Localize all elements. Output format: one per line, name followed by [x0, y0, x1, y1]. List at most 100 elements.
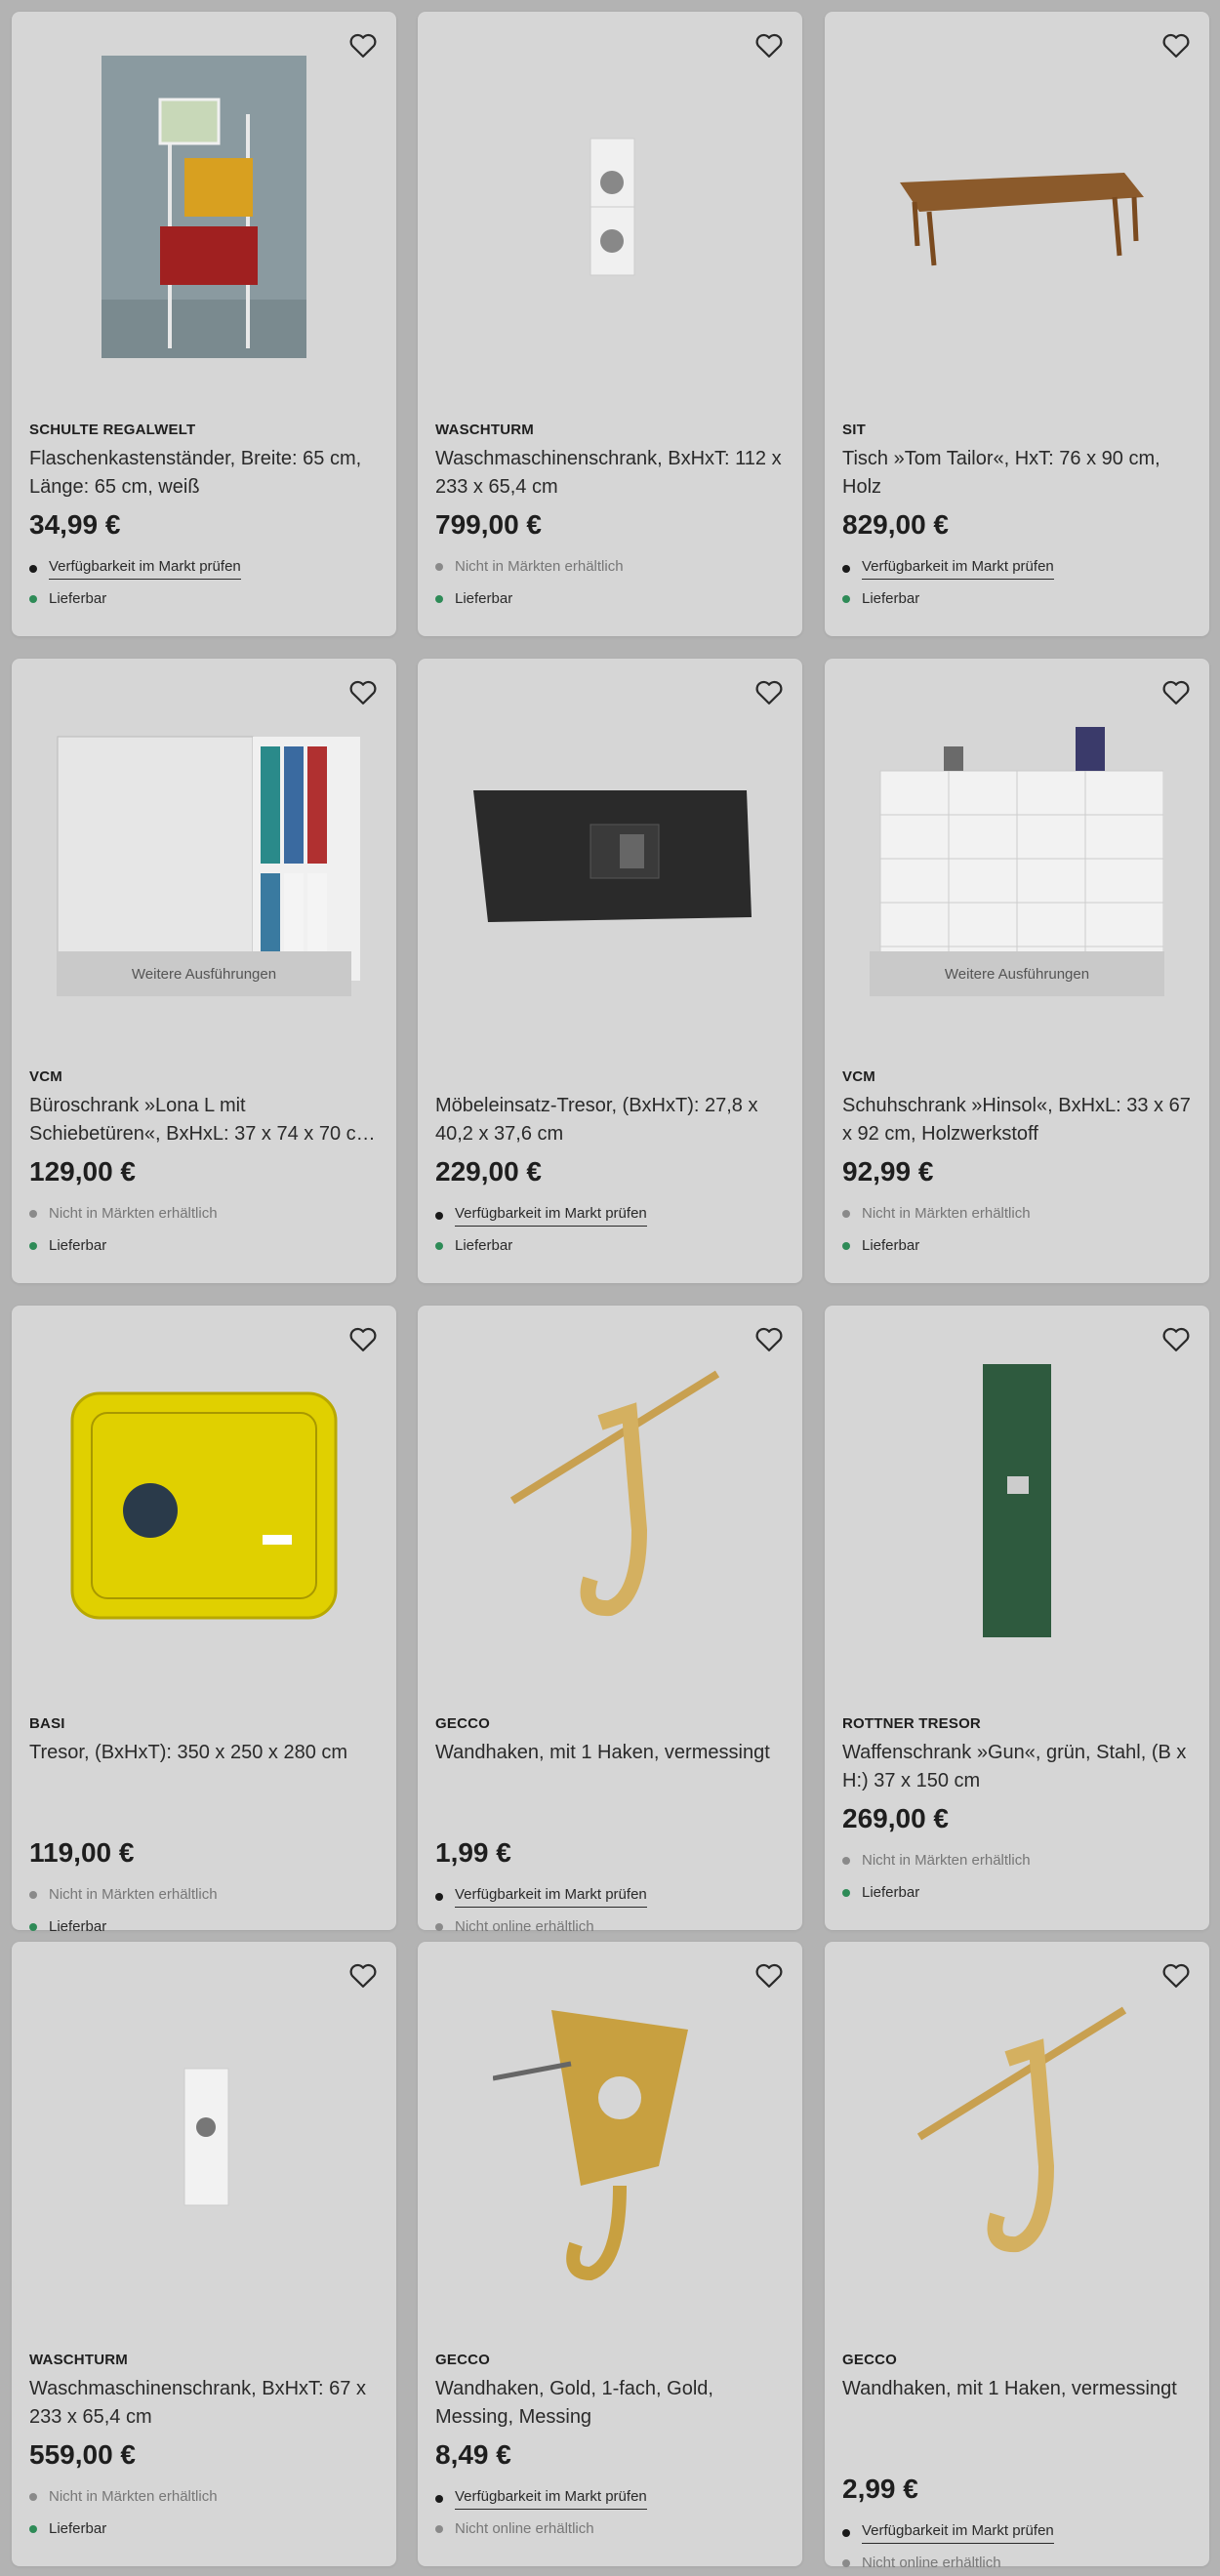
product-price: 229,00 €: [435, 1156, 542, 1187]
store-availability[interactable]: Verfügbarkeit im Markt prüfen: [435, 2488, 647, 2510]
store-availability-label[interactable]: Verfügbarkeit im Markt prüfen: [49, 558, 241, 580]
product-price: 2,99 €: [842, 2474, 918, 2504]
product-brand: GECCO: [842, 2352, 898, 2368]
safe-yellow-image[interactable]: [31, 1325, 377, 1676]
product-title[interactable]: Waschmaschinenschrank, BxHxT: 112 x 233 …: [435, 445, 785, 502]
product-title[interactable]: Schuhschrank »Hinsol«, BxHxL: 33 x 67 x …: [842, 1092, 1192, 1148]
product-card[interactable]: BASI Tresor, (BxHxT): 350 x 250 x 280 cm 1…: [12, 1306, 396, 1935]
store-availability[interactable]: Verfügbarkeit im Markt prüfen: [435, 1886, 647, 1908]
status-dot-icon: [29, 594, 37, 603]
product-card[interactable]: Weitere Ausführungen VCM Büroschrank »Lona…: [12, 659, 396, 1283]
store-availability: Nicht in Märkten erhältlich: [29, 2488, 218, 2505]
gold-hook-plate-image[interactable]: [437, 1961, 783, 2313]
washer-tower-small-image[interactable]: [31, 1961, 377, 2313]
store-availability-label: Nicht in Märkten erhältlich: [49, 1886, 218, 1903]
product-title[interactable]: Wandhaken, Gold, 1-fach, Gold, Messing, …: [435, 2375, 785, 2432]
product-card[interactable]: ROTTNER TRESOR Waffenschrank »Gun«, grün,…: [825, 1306, 1209, 1930]
online-availability-label: Lieferbar: [49, 590, 107, 607]
product-title[interactable]: Waschmaschinenschrank, BxHxT: 67 x 233 x…: [29, 2375, 379, 2432]
online-availability-label: Lieferbar: [862, 1237, 920, 1254]
online-availability-label: Nicht online erhältlich: [455, 2520, 594, 2537]
more-variants-label[interactable]: Weitere Ausführungen: [57, 951, 351, 996]
store-availability: Nicht in Märkten erhältlich: [842, 1205, 1031, 1222]
product-title[interactable]: Büroschrank »Lona L mit Schiebetüren«, B…: [29, 1092, 379, 1148]
product-brand: ROTTNER TRESOR: [842, 1715, 981, 1732]
store-availability-label[interactable]: Verfügbarkeit im Markt prüfen: [455, 2488, 647, 2510]
safe-black-image[interactable]: [437, 678, 783, 1029]
status-dot-icon: [435, 2524, 443, 2533]
product-price: 34,99 €: [29, 509, 121, 540]
product-brand: VCM: [29, 1068, 62, 1085]
more-variants-label[interactable]: Weitere Ausführungen: [870, 951, 1164, 996]
store-availability: Nicht in Märkten erhältlich: [29, 1886, 218, 1903]
online-availability: Lieferbar: [435, 590, 512, 607]
store-availability[interactable]: Verfügbarkeit im Markt prüfen: [842, 558, 1054, 580]
store-availability[interactable]: Verfügbarkeit im Markt prüfen: [29, 558, 241, 580]
wall-hook-image[interactable]: [844, 1961, 1190, 2313]
status-dot-icon: [29, 2492, 37, 2501]
online-availability-label: Nicht online erhältlich: [455, 1918, 594, 1935]
store-availability[interactable]: Verfügbarkeit im Markt prüfen: [842, 2522, 1054, 2544]
status-dot-icon: [29, 1922, 37, 1931]
store-availability[interactable]: Verfügbarkeit im Markt prüfen: [435, 1205, 647, 1227]
product-card[interactable]: Möbeleinsatz-Tresor, (BxHxT): 27,8 x 40,…: [418, 659, 802, 1283]
product-card[interactable]: WASCHTURM Waschmaschinenschrank, BxHxT: 6…: [12, 1942, 396, 2566]
store-availability-label: Nicht in Märkten erhältlich: [862, 1205, 1031, 1222]
status-dot-icon: [842, 594, 850, 603]
product-card[interactable]: SCHULTE REGALWELT Flaschenkastenständer, …: [12, 12, 396, 636]
store-availability-label[interactable]: Verfügbarkeit im Markt prüfen: [455, 1886, 647, 1908]
product-price: 799,00 €: [435, 509, 542, 540]
online-availability-label: Lieferbar: [455, 1237, 513, 1254]
online-availability-label: Lieferbar: [455, 590, 513, 607]
status-dot-icon: [842, 2558, 850, 2567]
online-availability: Lieferbar: [842, 1884, 919, 1901]
product-price: 8,49 €: [435, 2439, 511, 2470]
store-availability-label: Nicht in Märkten erhältlich: [862, 1852, 1031, 1869]
product-title[interactable]: Möbeleinsatz-Tresor, (BxHxT): 27,8 x 40,…: [435, 1092, 785, 1148]
online-availability-label: Lieferbar: [49, 1237, 107, 1254]
product-title[interactable]: Tisch »Tom Tailor«, HxT: 76 x 90 cm, Hol…: [842, 445, 1192, 502]
status-dot-icon: [842, 1209, 850, 1218]
crate-stand-image[interactable]: [31, 31, 377, 382]
status-dot-icon: [435, 2495, 443, 2503]
online-availability: Lieferbar: [29, 590, 106, 607]
status-dot-icon: [435, 1212, 443, 1220]
online-availability-label: Lieferbar: [862, 590, 920, 607]
product-card[interactable]: GECCO Wandhaken, mit 1 Haken, vermessingt…: [418, 1306, 802, 1935]
status-dot-icon: [842, 1888, 850, 1897]
store-availability-label[interactable]: Verfügbarkeit im Markt prüfen: [862, 2522, 1054, 2544]
washer-tower-image[interactable]: [437, 31, 783, 382]
wooden-table-image[interactable]: [844, 31, 1190, 382]
product-card[interactable]: Weitere Ausführungen VCM Schuhschrank »Hin…: [825, 659, 1209, 1283]
product-title[interactable]: Wandhaken, mit 1 Haken, vermessingt: [435, 1739, 785, 1767]
status-dot-icon: [435, 594, 443, 603]
product-title[interactable]: Flaschenkastenständer, Breite: 65 cm, Lä…: [29, 445, 379, 502]
product-title[interactable]: Wandhaken, mit 1 Haken, vermessingt: [842, 2375, 1192, 2403]
store-availability: Nicht in Märkten erhältlich: [842, 1852, 1031, 1869]
online-availability-label: Lieferbar: [862, 1884, 920, 1901]
store-availability-label[interactable]: Verfügbarkeit im Markt prüfen: [455, 1205, 647, 1227]
product-card[interactable]: WASCHTURM Waschmaschinenschrank, BxHxT: 1…: [418, 12, 802, 636]
product-card[interactable]: GECCO Wandhaken, Gold, 1-fach, Gold, Mess…: [418, 1942, 802, 2566]
status-dot-icon: [29, 565, 37, 573]
online-availability: Lieferbar: [29, 2520, 106, 2537]
product-brand: SIT: [842, 422, 866, 438]
status-dot-icon: [842, 2529, 850, 2537]
product-title[interactable]: Tresor, (BxHxT): 350 x 250 x 280 cm: [29, 1739, 379, 1767]
product-price: 119,00 €: [29, 1837, 135, 1868]
product-brand: WASCHTURM: [435, 422, 534, 438]
product-price: 92,99 €: [842, 1156, 934, 1187]
product-card[interactable]: GECCO Wandhaken, mit 1 Haken, vermessingt…: [825, 1942, 1209, 2571]
online-availability: Lieferbar: [842, 1237, 919, 1254]
product-brand: VCM: [842, 1068, 875, 1085]
online-availability-label: Nicht online erhältlich: [862, 2555, 1001, 2571]
status-dot-icon: [435, 562, 443, 571]
product-price: 829,00 €: [842, 509, 949, 540]
online-availability: Lieferbar: [435, 1237, 512, 1254]
product-card[interactable]: SIT Tisch »Tom Tailor«, HxT: 76 x 90 cm, …: [825, 12, 1209, 636]
product-title[interactable]: Waffenschrank »Gun«, grün, Stahl, (B x H…: [842, 1739, 1192, 1795]
gun-cabinet-image[interactable]: [844, 1325, 1190, 1676]
store-availability-label[interactable]: Verfügbarkeit im Markt prüfen: [862, 558, 1054, 580]
wall-hook-image[interactable]: [437, 1325, 783, 1676]
status-dot-icon: [435, 1241, 443, 1250]
